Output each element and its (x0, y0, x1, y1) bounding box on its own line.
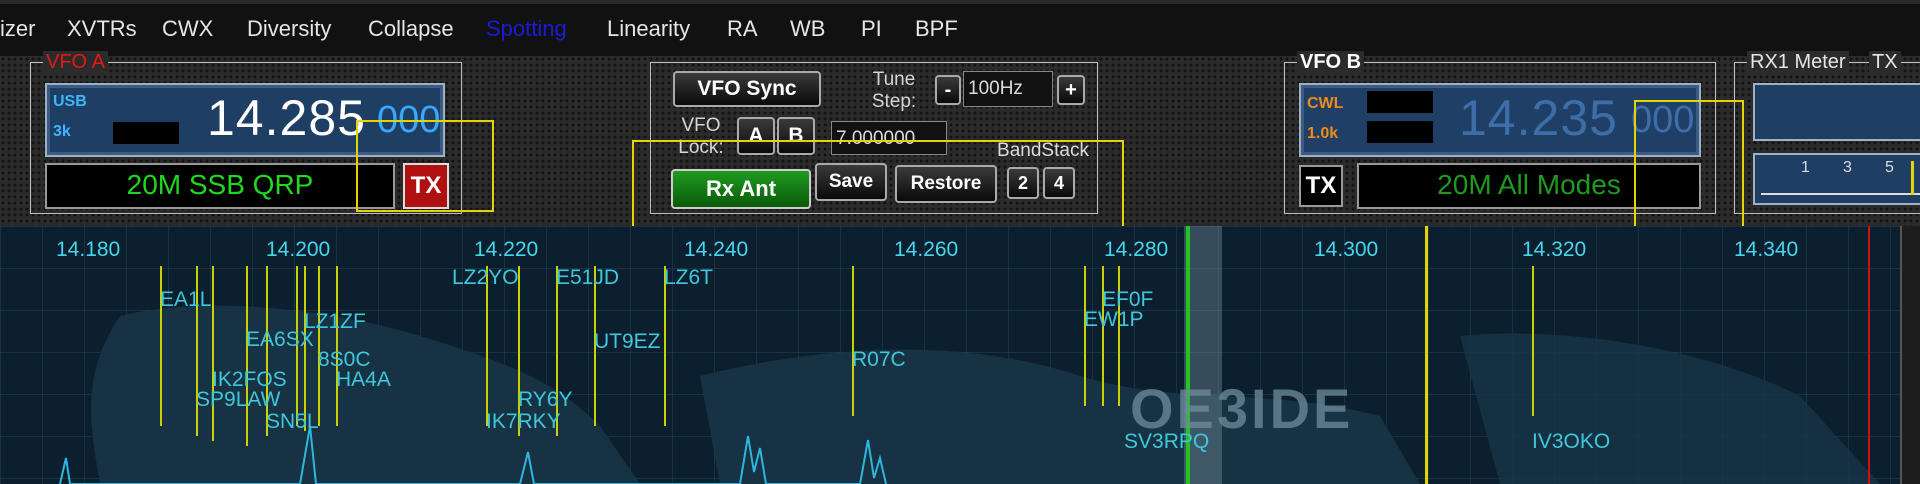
menu-item-linearity[interactable]: Linearity (607, 16, 690, 42)
menu-bar: izer XVTRs CWX Diversity Collapse Spotti… (0, 0, 1920, 56)
vfo-a-mode: USB (53, 93, 87, 110)
spot-label[interactable]: E51JD (556, 266, 619, 290)
rx1-meter-title: RX1 Meter (1747, 51, 1849, 74)
freq-tick: 14.260 (894, 238, 959, 261)
menu-item-cwx[interactable]: CWX (162, 16, 213, 42)
spot-line (1084, 266, 1086, 406)
spot-line (336, 266, 338, 426)
spot-line (1102, 266, 1104, 406)
control-panel: VFO A USB 3k 14.285 000 20M SSB QRP TX V… (0, 51, 1920, 268)
spot-line (852, 266, 854, 416)
rx1-meter-tx-label: TX (1869, 51, 1901, 74)
vfo-b-frequency[interactable]: 14.235 (1459, 89, 1618, 147)
spot-label[interactable]: HA4A (336, 368, 391, 392)
spot-line (1118, 266, 1120, 406)
rx1-meter-scale: 1 3 5 (1753, 153, 1920, 205)
freq-tick: 14.340 (1734, 238, 1799, 261)
spot-label[interactable]: SN5L (266, 410, 319, 434)
panadapter-background (0, 226, 1900, 484)
spot-line (318, 266, 320, 426)
vfo-a-smeter-box (113, 122, 179, 144)
rx1-meter-needle (1911, 161, 1914, 195)
freq-tick: 14.240 (684, 238, 749, 261)
spot-label[interactable]: LZ6T (664, 266, 713, 290)
highlight-box-center-buttons (632, 140, 1124, 230)
menu-item-wb[interactable]: WB (790, 16, 825, 42)
spot-line (486, 266, 488, 426)
menu-item-diversity[interactable]: Diversity (247, 16, 331, 42)
spot-line (212, 266, 214, 441)
freq-tick: 14.200 (266, 238, 331, 261)
menu-item-xvtrs[interactable]: XVTRs (67, 16, 137, 42)
spot-label[interactable]: IK7RKY (486, 410, 561, 434)
spot-line (664, 266, 666, 426)
vfo-b-title: VFO B (1297, 51, 1365, 74)
spot-line (246, 266, 248, 446)
tune-step-plus-button[interactable]: + (1057, 75, 1085, 105)
freq-tick: 14.320 (1522, 238, 1587, 261)
freq-tick: 14.180 (56, 238, 121, 261)
tune-step-label: Tune Step: (871, 69, 917, 112)
menu-item-pi[interactable]: PI (861, 16, 882, 42)
spot-label[interactable]: LZ2YO (452, 266, 519, 290)
vfo-b-tx-button[interactable]: TX (1299, 165, 1343, 207)
freq-tick: 14.300 (1314, 238, 1379, 261)
vfo-b-box-bottom (1367, 121, 1433, 143)
menu-item-collapse[interactable]: Collapse (368, 16, 454, 42)
rx1-meter-group: RX1 Meter TX 1 3 5 (1734, 51, 1920, 214)
rx1-meter-scale-line (1761, 193, 1920, 195)
spot-label[interactable]: IV3OKO (1532, 430, 1610, 454)
rx1-meter-scale-3: 3 (1843, 159, 1852, 176)
vfo-a-filter: 3k (53, 123, 71, 140)
vfo-a-frequency[interactable]: 14.285 (207, 89, 366, 147)
menu-item-equalizer[interactable]: izer (0, 16, 35, 42)
highlight-box-vfo-a-sub (356, 120, 494, 212)
spot-label[interactable]: EW1P (1084, 308, 1144, 332)
vfo-sync-button[interactable]: VFO Sync (673, 71, 821, 107)
vfo-a-title: VFO A (43, 51, 108, 74)
spot-label[interactable]: R07C (852, 348, 906, 372)
menu-item-ra[interactable]: RA (727, 16, 758, 42)
spot-label[interactable]: EA1L (160, 288, 211, 312)
rx1-meter-scale-1: 1 (1801, 159, 1810, 176)
vfo-b-mode: CWL (1307, 95, 1344, 112)
spot-label[interactable]: RY6Y (518, 388, 572, 412)
vfo-a-memory-name[interactable]: 20M SSB QRP (45, 163, 395, 209)
vfo-b-box-top (1367, 91, 1433, 113)
freq-tick: 14.220 (474, 238, 539, 261)
freq-tick: 14.280 (1104, 238, 1169, 261)
panadapter[interactable]: OE3IDE 14.180 14.200 14.220 14.240 14.26… (0, 226, 1900, 484)
spot-label[interactable]: SP9LAW (196, 388, 280, 412)
vfo-b-filter: 1.0k (1307, 125, 1339, 142)
rx1-meter-scale-5: 5 (1885, 159, 1894, 176)
tune-step-minus-button[interactable]: - (935, 75, 961, 105)
menu-item-spotting[interactable]: Spotting (486, 16, 567, 42)
spot-label[interactable]: EA6SX (246, 328, 314, 352)
panadapter-side-divider (1900, 226, 1920, 484)
edge-marker (1868, 226, 1870, 484)
tune-step-select[interactable]: 100Hz (963, 71, 1053, 107)
spot-line (1532, 266, 1534, 416)
spot-label[interactable]: UT9EZ (594, 330, 661, 354)
menu-item-bpf[interactable]: BPF (915, 16, 958, 42)
vfo-b-marker (1425, 226, 1428, 484)
spot-label[interactable]: SV3RPQ (1124, 430, 1209, 454)
rx1-meter-display (1753, 83, 1920, 141)
